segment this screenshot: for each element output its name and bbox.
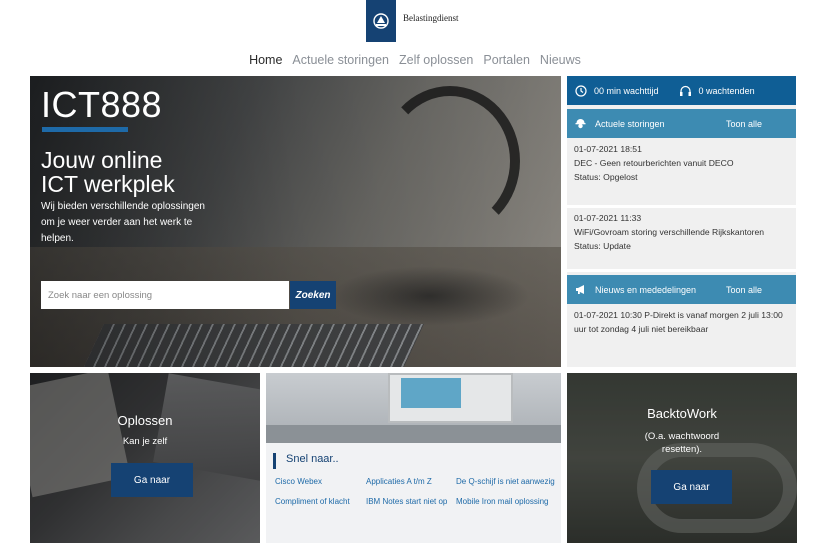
nav-nieuws[interactable]: Nieuws: [535, 53, 586, 67]
snel-link-compliment[interactable]: Compliment of klacht: [275, 496, 366, 508]
storing-item[interactable]: 01-07-2021 18:51 DEC - Geen retourberich…: [567, 142, 796, 184]
storing-date: 01-07-2021 18:51: [574, 144, 642, 154]
tile-snel-photo: [266, 373, 561, 443]
snel-naar-links: Cisco Webex Applicaties A t/m Z De Q-sch…: [275, 476, 555, 508]
nieuws-text: 01-07-2021 10:30 P-Direkt is vanaf morge…: [574, 310, 783, 334]
nav-home[interactable]: Home: [244, 53, 287, 67]
waiting-count: 0 wachtenden: [679, 85, 755, 97]
nav-portalen[interactable]: Portalen: [478, 53, 535, 67]
status-panel: 00 min wachttijd 0 wachtenden Actuele st…: [567, 76, 796, 367]
snel-link-cisco-webex[interactable]: Cisco Webex: [275, 476, 366, 488]
search-input[interactable]: [41, 281, 289, 309]
storingen-header: Actuele storingen Toon alle: [567, 109, 796, 138]
hero-title: Jouw online ICT werkplek: [41, 148, 301, 196]
snel-link-mobile-iron[interactable]: Mobile Iron mail oplossing: [456, 496, 555, 508]
snel-naar-title: Snel naar..: [273, 453, 339, 469]
storingen-title: Actuele storingen: [595, 118, 665, 129]
wait-time: 00 min wachttijd: [575, 84, 659, 97]
oplossen-go-button[interactable]: Ga naar: [111, 463, 193, 497]
storing-date: 01-07-2021 11:33: [574, 213, 642, 223]
snel-link-ibm-notes[interactable]: IBM Notes start niet op: [366, 496, 456, 508]
nieuws-show-all-link[interactable]: Toon alle: [726, 285, 762, 295]
hero-title-line1: Jouw online: [41, 147, 163, 173]
site-logo[interactable]: Belastingdienst: [366, 0, 459, 42]
tile-backtowork: BacktoWork (O.a. wachtwoord resetten). G…: [567, 373, 797, 543]
waiting-count-label: 0 wachtenden: [698, 85, 755, 96]
snel-link-applicaties[interactable]: Applicaties A t/m Z: [366, 476, 456, 488]
tile-oplossen: Oplossen Kan je zelf Ga naar: [30, 373, 260, 543]
tile-backtowork-title: BacktoWork: [647, 406, 717, 421]
tile-snel-naar: Snel naar.. Cisco Webex Applicaties A t/…: [266, 373, 561, 543]
nav-actuele-storingen[interactable]: Actuele storingen: [287, 53, 394, 67]
tile-oplossen-title: Oplossen: [117, 413, 173, 428]
nieuws-header: Nieuws en mededelingen Toon alle: [567, 275, 796, 304]
nieuws-title: Nieuws en mededelingen: [595, 284, 697, 295]
storing-text: DEC - Geen retourberichten vanuit DECO: [574, 158, 734, 168]
crest-icon: [366, 0, 396, 42]
backtowork-go-button[interactable]: Ga naar: [651, 470, 732, 504]
tile-oplossen-subtitle: Kan je zelf: [122, 436, 168, 447]
hero-title-line2: ICT werkplek: [41, 171, 175, 197]
main-nav: Home Actuele storingen Zelf oplossen Por…: [0, 53, 830, 67]
storing-status: Status: Update: [574, 241, 631, 251]
hero-subtitle: Wij bieden verschillende oplossingen om …: [41, 201, 205, 244]
brand-underline: [42, 127, 128, 132]
brand-title: ICT888: [41, 84, 163, 125]
megaphone-icon: [575, 284, 587, 295]
divider: [567, 205, 796, 208]
nav-zelf-oplossen[interactable]: Zelf oplossen: [394, 53, 478, 67]
nieuws-item[interactable]: 01-07-2021 10:30 P-Direkt is vanaf morge…: [567, 308, 796, 336]
search-button[interactable]: Zoeken: [290, 281, 336, 309]
divider: [567, 269, 796, 272]
storing-status: Status: Opgelost: [574, 172, 638, 182]
headset-icon: [679, 85, 691, 96]
storingen-show-all-link[interactable]: Toon alle: [726, 119, 762, 129]
wait-time-label: 00 min wachttijd: [594, 85, 659, 96]
worker-icon: [575, 118, 587, 129]
logo-text: Belastingdienst: [403, 13, 459, 23]
clock-icon: [575, 84, 587, 97]
hero-banner: ICT888 Jouw online ICT werkplek Wij bied…: [30, 76, 561, 367]
tile-backtowork-subtitle: (O.a. wachtwoord resetten).: [644, 431, 720, 455]
storing-item[interactable]: 01-07-2021 11:33 WiFi/Govroam storing ve…: [567, 211, 796, 253]
wait-status-bar: 00 min wachttijd 0 wachtenden: [567, 76, 796, 105]
snel-link-q-schijf[interactable]: De Q-schijf is niet aanwezig: [456, 476, 555, 488]
storing-text: WiFi/Govroam storing verschillende Rijks…: [574, 227, 765, 237]
